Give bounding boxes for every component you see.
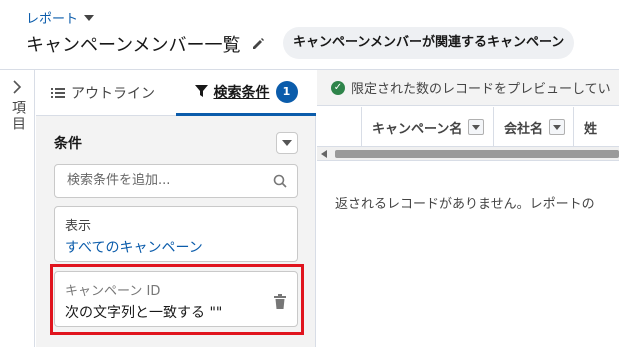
column-menu-icon[interactable] <box>549 119 566 135</box>
filters-panel: アウトライン 検索条件 1 条件 検索条件を追加... 表示 すべてのキャンペー <box>36 70 316 347</box>
filter-value[interactable]: すべてのキャンペーン <box>65 237 203 257</box>
tab-filters-label[interactable]: 検索条件 <box>214 82 270 102</box>
report-type-badge: キャンペーンメンバーが関連するキャンペーン <box>283 27 575 59</box>
add-filter-placeholder: 検索条件を追加... <box>67 173 171 188</box>
horizontal-scrollbar[interactable] <box>317 147 619 161</box>
column-menu-icon[interactable] <box>468 119 485 135</box>
page-title-text: キャンペーンメンバー一覧 <box>26 35 241 56</box>
funnel-icon <box>194 85 208 97</box>
tab-filters[interactable]: 検索条件 1 <box>176 70 316 116</box>
scroll-left-icon[interactable] <box>321 150 327 158</box>
preview-notice-text: 限定された数のレコードをプレビューしてい <box>351 82 611 97</box>
empty-message: 返されるレコードがありません。レポートの <box>335 197 595 212</box>
filters-menu-button[interactable] <box>276 132 298 154</box>
search-icon <box>273 174 287 188</box>
column-header-label[interactable]: 姓 <box>584 118 597 137</box>
preview-notice: ✓ 限定された数のレコードをプレビューしてい <box>317 70 619 106</box>
check-circle-icon: ✓ <box>331 80 345 95</box>
scroll-thumb[interactable] <box>335 150 619 158</box>
filter-card-show[interactable]: 表示 すべてのキャンペーン <box>54 206 298 262</box>
preview-grid-header: キャンペーン名 会社名 姓 <box>317 107 619 147</box>
trash-icon[interactable] <box>273 294 287 310</box>
filter-card-campaign-id[interactable]: キャンペーン ID 次の文字列と一致する "" <box>54 271 298 327</box>
panel-tabs: アウトライン 検索条件 1 <box>36 70 316 116</box>
add-filter-search[interactable]: 検索条件を追加... <box>54 164 298 198</box>
page-title: キャンペーンメンバー一覧 <box>26 31 265 57</box>
filter-label: キャンペーン ID <box>65 284 161 299</box>
column-header-label[interactable]: キャンペーン名 <box>372 118 462 137</box>
chevron-down-icon[interactable] <box>84 14 95 21</box>
report-builder: レポート キャンペーンメンバー一覧 キャンペーンメンバーが関連するキャンペーン … <box>0 0 619 347</box>
column-header[interactable]: キャンペーン名 <box>361 107 493 147</box>
filter-value[interactable]: 次の文字列と一致する "" <box>65 302 222 322</box>
column-header-label[interactable]: 会社名 <box>504 118 543 137</box>
list-icon <box>51 88 65 98</box>
column-header[interactable]: 会社名 <box>493 107 573 147</box>
row-number-column <box>317 107 361 147</box>
chevron-down-icon <box>282 140 292 146</box>
tab-outline[interactable]: アウトライン <box>51 70 155 116</box>
chevron-right-icon[interactable] <box>12 80 22 94</box>
report-header: レポート キャンペーンメンバー一覧 キャンペーンメンバーが関連するキャンペーン <box>0 0 619 70</box>
breadcrumb[interactable]: レポート <box>26 8 95 27</box>
filter-label: 表示 <box>65 219 92 234</box>
tab-outline-label[interactable]: アウトライン <box>71 83 155 103</box>
fields-rail-label[interactable]: 項目 <box>8 100 28 132</box>
column-header[interactable]: 姓 <box>573 107 619 147</box>
filter-count-badge: 1 <box>275 80 298 103</box>
filters-section-title: 条件 <box>54 136 82 152</box>
fields-rail[interactable]: 項目 <box>0 70 35 347</box>
pencil-icon[interactable] <box>251 37 265 51</box>
preview-area: ✓ 限定された数のレコードをプレビューしてい キャンペーン名 会社名 姓 返され… <box>317 70 619 347</box>
breadcrumb-label[interactable]: レポート <box>26 8 78 27</box>
